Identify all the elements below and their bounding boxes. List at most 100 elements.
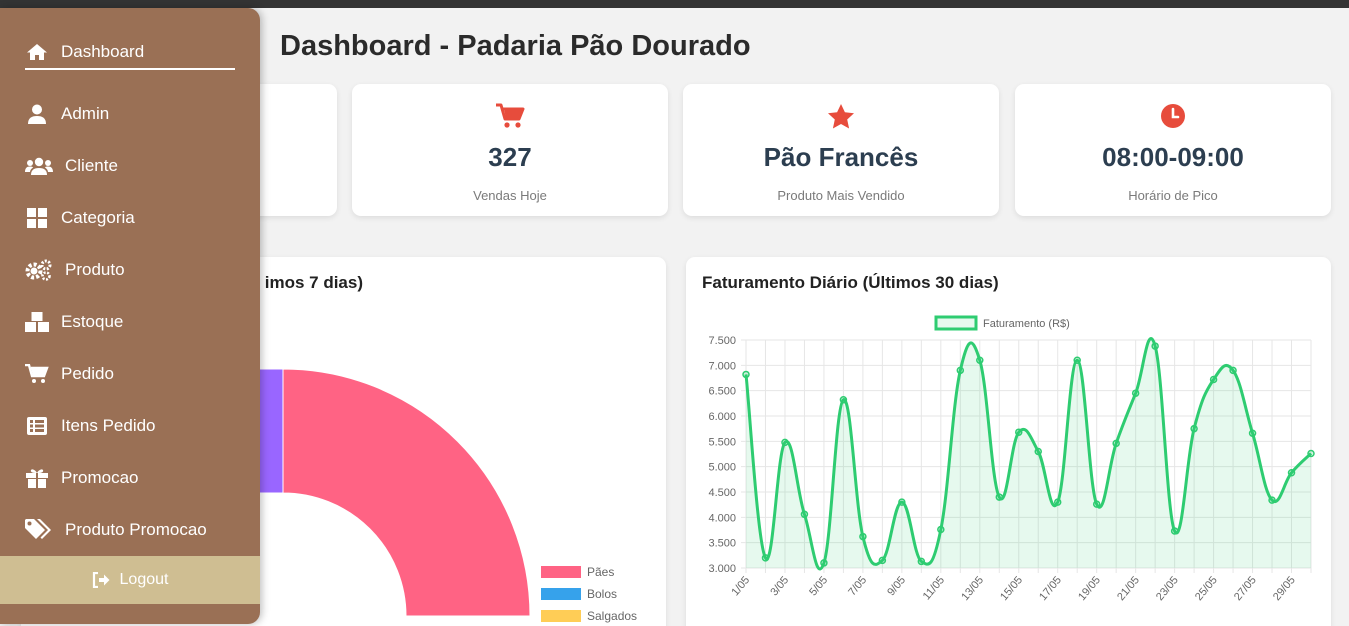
page-title: Dashboard - Padaria Pão Dourado <box>280 30 751 62</box>
line-point <box>1229 366 1237 375</box>
sidebar-item-pedido[interactable]: Pedido <box>25 359 114 389</box>
stat-card-peak-hour: 08:00-09:00 Horário de Pico <box>1015 84 1331 216</box>
x-tick-label: 29/05 <box>1271 574 1298 603</box>
sidebar-item-label: Produto Promocao <box>65 520 207 539</box>
stat-value: 327 <box>488 142 532 172</box>
sidebar-item-produto-promocao[interactable]: Produto Promocao <box>25 515 207 545</box>
line-point <box>1209 375 1218 384</box>
x-tick-label: 3/05 <box>768 574 791 598</box>
line-point <box>1034 447 1042 456</box>
y-tick-label: 3.500 <box>708 538 736 550</box>
gift-icon <box>25 467 49 489</box>
line-point <box>995 493 1004 501</box>
legend-label-paes: Pães <box>587 565 614 579</box>
x-tick-label: 7/05 <box>846 574 869 598</box>
pie-slice-paes <box>282 368 531 617</box>
clock-icon <box>1015 102 1331 130</box>
cart-icon <box>352 102 668 130</box>
y-tick-label: 6.000 <box>708 411 736 423</box>
x-tick-label: 21/05 <box>1115 574 1142 603</box>
logout-button[interactable]: Logout <box>0 556 260 604</box>
line-point <box>976 356 984 365</box>
x-tick-label: 11/05 <box>921 574 947 602</box>
y-tick-label: 4.000 <box>708 512 736 524</box>
line-point <box>1131 389 1140 397</box>
y-tick-label: 7.000 <box>708 360 736 372</box>
y-tick-label: 7.500 <box>708 335 736 347</box>
line-point <box>1307 449 1315 458</box>
sidebar: Dashboard Admin Cliente Categoria Produt… <box>0 8 260 624</box>
line-point <box>1053 498 1062 506</box>
list-icon <box>25 415 49 437</box>
sidebar-item-dashboard[interactable]: Dashboard <box>25 36 235 70</box>
line-point <box>1268 496 1276 504</box>
cogs-icon <box>25 259 53 281</box>
stat-value: 08:00-09:00 <box>1102 142 1244 172</box>
stat-card-top-product: Pão Francês Produto Mais Vendido <box>683 84 999 216</box>
y-tick-label: 5.000 <box>708 462 736 474</box>
top-bar <box>0 0 1349 8</box>
sidebar-item-label: Estoque <box>61 312 124 331</box>
line-point <box>937 525 945 534</box>
line-area-fill <box>746 338 1311 570</box>
legend-label-bolos: Bolos <box>587 587 617 601</box>
sidebar-item-label: Promocao <box>61 468 139 487</box>
line-point <box>820 559 828 567</box>
users-icon <box>25 155 53 177</box>
y-tick-label: 3.000 <box>708 563 736 575</box>
user-icon <box>25 103 49 125</box>
line-point <box>898 498 906 506</box>
tags-icon <box>25 519 53 541</box>
sidebar-item-categoria[interactable]: Categoria <box>25 203 135 233</box>
line-point <box>800 510 809 519</box>
line-point <box>1170 527 1179 535</box>
sidebar-item-label: Itens Pedido <box>61 416 156 435</box>
x-tick-label: 5/05 <box>807 574 830 598</box>
line-point <box>1015 428 1023 436</box>
line-point <box>1190 424 1198 433</box>
cart-icon <box>25 363 49 385</box>
line-chart-panel: Faturamento Diário (Últimos 30 dias) 3.0… <box>686 257 1331 626</box>
stat-value: Pão Francês <box>763 142 919 172</box>
grid-icon <box>25 207 49 229</box>
line-point <box>781 438 789 447</box>
line-point <box>1248 429 1257 437</box>
x-tick-label: 27/05 <box>1232 574 1259 603</box>
line-point <box>859 532 867 541</box>
legend-swatch-paes <box>541 566 581 578</box>
sidebar-item-cliente[interactable]: Cliente <box>25 151 118 181</box>
line-point <box>878 556 887 565</box>
sidebar-item-estoque[interactable]: Estoque <box>25 307 123 337</box>
sidebar-item-produto[interactable]: Produto <box>25 255 125 285</box>
sidebar-item-itens-pedido[interactable]: Itens Pedido <box>25 411 156 441</box>
y-tick-label: 5.500 <box>708 436 736 448</box>
line-point <box>1151 342 1159 350</box>
line-point <box>761 554 770 562</box>
y-tick-label: 6.500 <box>708 386 736 398</box>
legend-label-faturamento: Faturamento (R$) <box>983 318 1070 330</box>
x-tick-label: 15/05 <box>998 574 1025 603</box>
line-point <box>742 370 750 379</box>
line-point <box>1287 468 1296 477</box>
legend-label-salgados: Salgados <box>587 609 637 623</box>
sidebar-item-label: Dashboard <box>61 42 145 61</box>
legend-swatch-salgados <box>541 610 581 622</box>
sidebar-item-label: Cliente <box>65 156 118 175</box>
x-tick-label: 17/05 <box>1037 574 1064 603</box>
y-tick-label: 4.500 <box>708 487 736 499</box>
legend-swatch-bolos <box>541 588 581 600</box>
x-tick-label: 1/05 <box>729 574 752 598</box>
line-point <box>956 366 965 375</box>
sidebar-item-label: Categoria <box>61 208 135 227</box>
stat-label: Produto Mais Vendido <box>777 188 905 203</box>
line-point <box>1073 356 1081 365</box>
sidebar-item-label: Produto <box>65 260 125 279</box>
line-chart: 3.000 3.500 4.000 4.500 5.000 5.500 6.000 6.500… <box>708 315 1315 603</box>
line-legend: Faturamento (R$) <box>934 315 1070 331</box>
sidebar-item-promocao[interactable]: Promocao <box>25 463 138 493</box>
line-point <box>917 557 926 566</box>
line-point <box>1112 439 1120 448</box>
sidebar-item-admin[interactable]: Admin <box>25 99 109 129</box>
sidebar-item-label: Admin <box>61 104 110 123</box>
line-point <box>839 396 848 404</box>
